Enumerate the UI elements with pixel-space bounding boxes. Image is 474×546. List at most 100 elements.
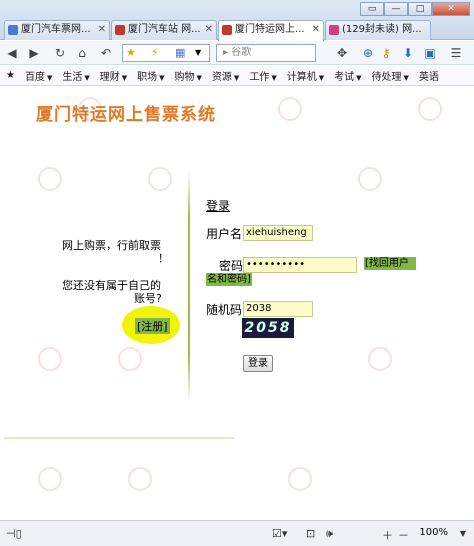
chevron-down-icon: ▼ (233, 74, 240, 82)
status-bar: ⊣▯ ☑▾ ⊡ 🕪 ＋ － 100% ▼ (0, 520, 474, 546)
no-account-text-end: 账号? (134, 292, 162, 305)
chevron-down-icon: ▼ (159, 74, 165, 82)
watermark-logo (350, 347, 410, 371)
search-placeholder: 谷歌 (231, 47, 252, 58)
bookmark-baidu[interactable]: 百度 ▼ (25, 68, 52, 83)
speaker-icon[interactable]: 🕪 (326, 527, 333, 541)
tab-favicon-icon (115, 25, 125, 35)
tab-close-icon[interactable]: ✕ (205, 21, 213, 39)
bolt-icon[interactable]: ⚡ (151, 46, 159, 59)
search-input[interactable]: ▸ 谷歌 (216, 44, 316, 62)
zoom-level[interactable]: 100% (419, 527, 448, 538)
tab-favicon-icon (222, 25, 232, 35)
bookmark-label: 理财 (99, 72, 120, 83)
app-icon[interactable]: ▣ (422, 45, 438, 61)
back-icon[interactable]: ◀ (4, 45, 20, 61)
chevron-down-icon: ▼ (356, 74, 362, 82)
bookmark-label: 计算机 (286, 72, 317, 83)
restore-button[interactable]: ▭ (360, 2, 384, 16)
recover-account-link[interactable]: [找回用户 (364, 257, 416, 270)
page-icon: ▦ (175, 46, 186, 59)
maximize-button[interactable]: □ (408, 2, 432, 16)
bookmark-label: 职场 (137, 72, 158, 83)
check-icon[interactable]: ☑▾ (272, 527, 287, 540)
key-icon[interactable]: ⚷ (378, 45, 394, 61)
tab-mail[interactable]: (129封未读) 网... (325, 20, 431, 40)
page-title: 厦门特运网上售票系统 (36, 105, 216, 125)
chevron-down-icon: ▼ (403, 74, 409, 82)
tab-favicon-icon (8, 25, 18, 35)
tools-icon[interactable]: ✥ (334, 45, 350, 61)
chevron-down-icon: ▼ (121, 74, 128, 82)
menu-icon[interactable]: ☰ (448, 45, 464, 61)
watermark-logo (20, 167, 80, 191)
bookmark-exam[interactable]: 考试 ▼ (334, 68, 361, 83)
address-bar[interactable]: ★ ⚡ ▦ ▼ (122, 44, 210, 62)
captcha-field[interactable]: 2038 (243, 301, 313, 317)
promo-text: 网上购票，行前取票 (62, 239, 161, 252)
forward-icon[interactable]: ▶ (26, 45, 42, 61)
bookmark-resources[interactable]: 资源 ▼ (212, 68, 239, 83)
tab-label: 厦门特运网上... (235, 24, 305, 35)
tab-label: 厦门汽车站 网... (128, 24, 201, 35)
bookmark-finance[interactable]: 理财 ▼ (100, 68, 127, 83)
bookmark-todo[interactable]: 待处理 ▼ (371, 68, 408, 83)
horizontal-divider (4, 437, 234, 439)
bookmark-label: 生活 (62, 72, 83, 83)
zoom-icon[interactable]: ⊕ (360, 45, 376, 61)
zoom-out-icon[interactable]: － (398, 527, 409, 543)
tab-strip: 厦门汽车票网... ✕ 厦门汽车站 网... ✕ 厦门特运网上... ✕ (12… (4, 20, 432, 41)
close-button[interactable]: ✕ (432, 2, 470, 16)
tab-close-icon[interactable]: ✕ (312, 21, 320, 39)
captcha-label: 随机码 (206, 303, 243, 317)
chevron-down-icon: ▼ (84, 74, 90, 82)
tab-close-icon[interactable]: ✕ (98, 21, 106, 39)
watermark-logo (260, 97, 320, 121)
bookmark-work[interactable]: 工作 ▼ (249, 68, 276, 83)
home-icon[interactable]: ⌂ (74, 45, 90, 61)
zoom-in-icon[interactable]: ＋ (382, 527, 393, 543)
refresh-icon[interactable]: ↻ (52, 45, 68, 61)
username-label: 用户名 (206, 227, 243, 241)
register-link[interactable]: [注册] (135, 318, 170, 334)
undo-icon[interactable]: ↶ (98, 45, 114, 61)
download-icon[interactable]: ⬇ (400, 45, 416, 61)
promo-text-end: ！ (158, 252, 169, 265)
watermark-logo (20, 347, 80, 371)
bookmark-label: 百度 (24, 72, 45, 83)
vertical-divider (188, 171, 190, 403)
bookmark-english[interactable]: 英语 (419, 68, 439, 83)
sidebar-toggle-icon[interactable]: ⊣▯ (6, 527, 22, 540)
password-field[interactable]: •••••••••• (243, 257, 357, 273)
bookmark-computer[interactable]: 计算机 ▼ (287, 68, 324, 83)
minimize-button[interactable]: — (384, 2, 408, 16)
bookmark-life[interactable]: 生活 ▼ (62, 68, 89, 83)
bookmark-shopping[interactable]: 购物 ▼ (175, 68, 202, 83)
bookmarks-star-icon[interactable]: ★ (6, 70, 15, 81)
username-field[interactable]: xiehuisheng (243, 225, 313, 241)
bookmark-label: 工作 (249, 72, 270, 83)
chevron-down-icon: ▼ (196, 74, 202, 82)
watermark-logo (400, 97, 460, 121)
chevron-down-icon[interactable]: ▼ (460, 529, 466, 538)
bookmarks-bar: ★ 百度 ▼ 生活 ▼ 理财 ▼ 职场 ▼ 购物 ▼ 资源 ▼ 工作 ▼ 计算机 ▼ 考试 ▼ 待… (0, 66, 474, 86)
nav-toolbar: ◀ ▶ ↻ ⌂ ↶ ★ ⚡ ▦ ▼ ▸ 谷歌 ✥ ⊕ ⚷ ⬇ ▣ ☰ (0, 41, 474, 65)
password-label: 密码 (219, 259, 244, 273)
browser-titlebar: ▭ — □ ✕ 厦门汽车票网... ✕ 厦门汽车站 网... ✕ 厦门特运网上.… (0, 0, 474, 41)
tab-teyun-active[interactable]: 厦门特运网上... ✕ (218, 20, 324, 41)
tab-xiamen-station[interactable]: 厦门汽车站 网... ✕ (111, 20, 217, 40)
bookmark-label: 待处理 (371, 72, 402, 83)
watermark-logo (270, 467, 330, 491)
star-icon[interactable]: ★ (126, 46, 136, 59)
bookmark-label: 购物 (174, 72, 195, 83)
login-button[interactable]: 登录 (243, 355, 273, 372)
tab-label: (129封未读) 网... (342, 24, 422, 35)
recover-account-link-cont[interactable]: 名和密码] (206, 273, 252, 286)
monitor-icon[interactable]: ⊡ (306, 527, 315, 540)
bookmark-career[interactable]: 职场 ▼ (137, 68, 164, 83)
captcha-image[interactable]: 2058 (242, 318, 294, 338)
tab-xiamen-ticket[interactable]: 厦门汽车票网... ✕ (4, 20, 110, 40)
tab-favicon-icon (329, 25, 339, 35)
dropdown-icon[interactable]: ▼ (195, 48, 201, 57)
watermark-logo (20, 467, 80, 491)
